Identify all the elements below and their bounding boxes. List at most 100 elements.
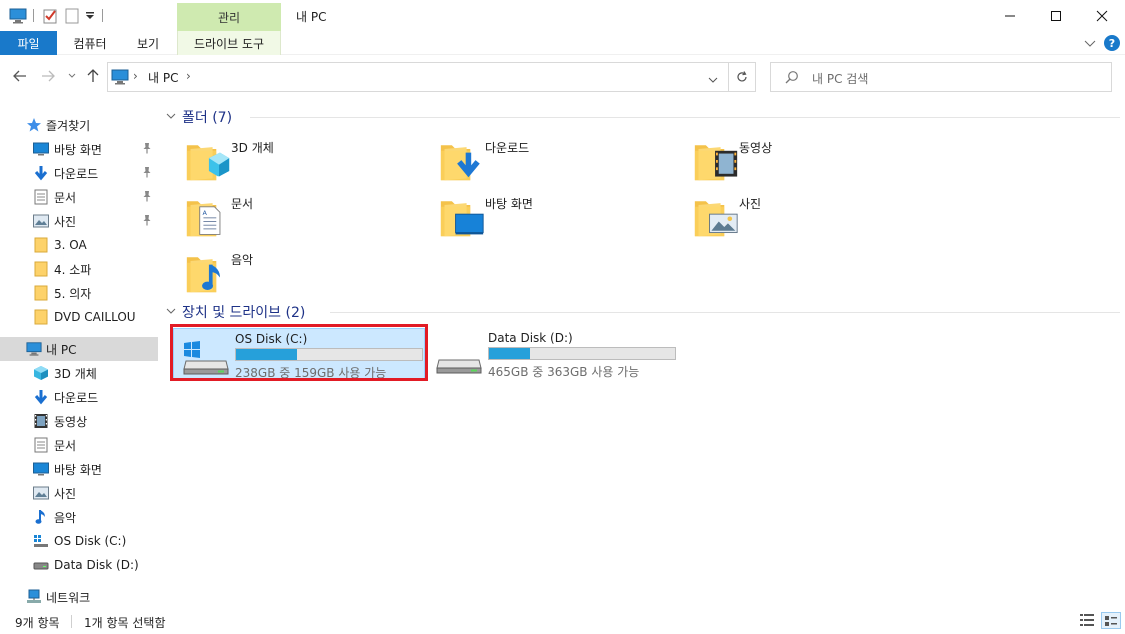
drive-usage-fill: [236, 349, 297, 360]
this-pc-icon: [111, 69, 129, 88]
drive-name: OS Disk (C:): [235, 332, 308, 346]
drive-usage-bar: [488, 347, 676, 360]
tab-file[interactable]: 파일: [0, 31, 57, 55]
pin-icon[interactable]: [142, 214, 152, 229]
desktop-icon: [33, 141, 49, 157]
nav-quick-item[interactable]: 사진: [0, 209, 158, 233]
nav-item-label: 문서: [54, 190, 77, 205]
drive-tile[interactable]: Data Disk (D:) 465GB 중 363GB 사용 가능: [427, 328, 679, 380]
folder-icon: [33, 309, 49, 325]
breadcrumb-separator[interactable]: ›: [186, 69, 191, 83]
tab-view[interactable]: 보기: [124, 31, 172, 55]
navigation-pane: 즐겨찾기 바탕 화면 다운로드 문서 사진 3. OA 4. 소파 5. 의자 DVD CAI…: [0, 98, 160, 608]
maximize-button[interactable]: [1033, 0, 1079, 31]
tab-manage[interactable]: 관리: [177, 3, 281, 31]
customize-qa-icon[interactable]: [83, 6, 97, 26]
details-view-icon[interactable]: [1079, 613, 1095, 630]
drive-name: Data Disk (D:): [488, 331, 573, 345]
nav-item-label: 5. 의자: [54, 286, 92, 301]
folder-tile[interactable]: A 문서: [185, 192, 425, 244]
nav-pc-item[interactable]: OS Disk (C:): [0, 529, 158, 553]
nav-quick-access[interactable]: 즐겨찾기: [0, 113, 158, 137]
nav-item-label: 음악: [54, 510, 77, 525]
nav-pc-item[interactable]: 동영상: [0, 409, 158, 433]
breadcrumb-this-pc[interactable]: 내 PC: [148, 69, 178, 86]
recent-locations-chevron-icon[interactable]: [66, 67, 78, 85]
nav-this-pc[interactable]: 내 PC: [0, 337, 158, 361]
tab-computer[interactable]: 컴퓨터: [62, 31, 118, 55]
forward-button[interactable]: [38, 67, 58, 85]
nav-quick-item[interactable]: 3. OA: [0, 233, 158, 257]
folders-group-header[interactable]: 폴더 (7): [166, 107, 1120, 127]
nav-pc-item[interactable]: Data Disk (D:): [0, 553, 158, 577]
nav-network[interactable]: 네트워크: [0, 585, 158, 608]
folder-tile[interactable]: 3D 개체: [185, 136, 425, 188]
refresh-button[interactable]: [729, 62, 756, 92]
collapse-chevron-icon[interactable]: [166, 112, 180, 123]
search-box[interactable]: 내 PC 검색: [770, 62, 1112, 92]
address-bar[interactable]: › 내 PC ›: [107, 62, 729, 92]
folder-icon: [33, 237, 49, 253]
folder-tile[interactable]: 사진: [693, 192, 933, 244]
expand-ribbon-icon[interactable]: [1084, 37, 1096, 51]
minimize-button[interactable]: [987, 0, 1033, 31]
document-icon: [33, 189, 49, 205]
nav-pc-item[interactable]: 문서: [0, 433, 158, 457]
nav-this-pc-label: 내 PC: [46, 342, 77, 357]
tab-drive-tools[interactable]: 드라이브 도구: [177, 31, 281, 55]
pin-icon[interactable]: [142, 166, 152, 181]
drives-group-header[interactable]: 장치 및 드라이브 (2): [166, 302, 1120, 322]
nav-quick-item[interactable]: DVD CAILLOU: [0, 305, 158, 329]
nav-item-label: DVD CAILLOU: [54, 310, 136, 324]
status-bar: 9개 항목 1개 항목 선택함: [0, 608, 1125, 634]
nav-item-label: 동영상: [54, 414, 88, 429]
folder-tile[interactable]: 바탕 화면: [439, 192, 679, 244]
address-dropdown-chevron-icon[interactable]: [708, 73, 718, 87]
folder-tile[interactable]: 음악: [185, 248, 425, 300]
nav-pc-item[interactable]: 바탕 화면: [0, 457, 158, 481]
nav-item-label: 다운로드: [54, 166, 99, 181]
drive-icon: [33, 557, 49, 573]
windows-drive-icon: [182, 341, 230, 375]
nav-quick-item[interactable]: 바탕 화면: [0, 137, 158, 161]
nav-pc-item[interactable]: 사진: [0, 481, 158, 505]
folder-tile[interactable]: 동영상: [693, 136, 933, 188]
nav-quick-item[interactable]: 문서: [0, 185, 158, 209]
nav-pc-item[interactable]: 다운로드: [0, 385, 158, 409]
collapse-chevron-icon[interactable]: [166, 307, 180, 318]
up-button[interactable]: [84, 67, 102, 85]
close-button[interactable]: [1079, 0, 1125, 31]
this-pc-icon: [26, 341, 42, 357]
this-pc-icon[interactable]: [8, 6, 28, 26]
properties-icon[interactable]: [40, 6, 60, 26]
refresh-icon: [737, 71, 747, 82]
address-row: › 내 PC › 내 PC 검색: [0, 55, 1125, 98]
network-icon: [26, 589, 42, 605]
nav-item-label: 바탕 화면: [54, 142, 102, 157]
desktop-icon: [33, 461, 49, 477]
qa-separator: [33, 9, 34, 22]
nav-item-label: 다운로드: [54, 390, 99, 405]
folder-tile[interactable]: 다운로드: [439, 136, 679, 188]
nav-item-label: 문서: [54, 438, 77, 453]
back-button[interactable]: [10, 67, 30, 85]
svg-text:A: A: [202, 209, 207, 217]
music-icon: [33, 509, 49, 525]
nav-quick-item[interactable]: 5. 의자: [0, 281, 158, 305]
nav-item-label: 사진: [54, 486, 77, 501]
nav-quick-item[interactable]: 다운로드: [0, 161, 158, 185]
new-folder-icon[interactable]: [63, 6, 81, 26]
folder-name: 음악: [231, 253, 254, 267]
nav-pc-item[interactable]: 3D 개체: [0, 361, 158, 385]
folders-group-title: 폴더 (7): [182, 110, 233, 126]
nav-pc-item[interactable]: 음악: [0, 505, 158, 529]
pin-icon[interactable]: [142, 190, 152, 205]
tiles-view-icon[interactable]: [1101, 612, 1121, 629]
drives-group-title: 장치 및 드라이브 (2): [182, 305, 306, 321]
drive-tile[interactable]: OS Disk (C:) 238GB 중 159GB 사용 가능: [173, 328, 425, 380]
breadcrumb-separator[interactable]: ›: [133, 69, 138, 83]
help-button[interactable]: ?: [1104, 35, 1120, 51]
search-icon: [785, 70, 799, 87]
nav-quick-item[interactable]: 4. 소파: [0, 257, 158, 281]
pin-icon[interactable]: [142, 142, 152, 157]
